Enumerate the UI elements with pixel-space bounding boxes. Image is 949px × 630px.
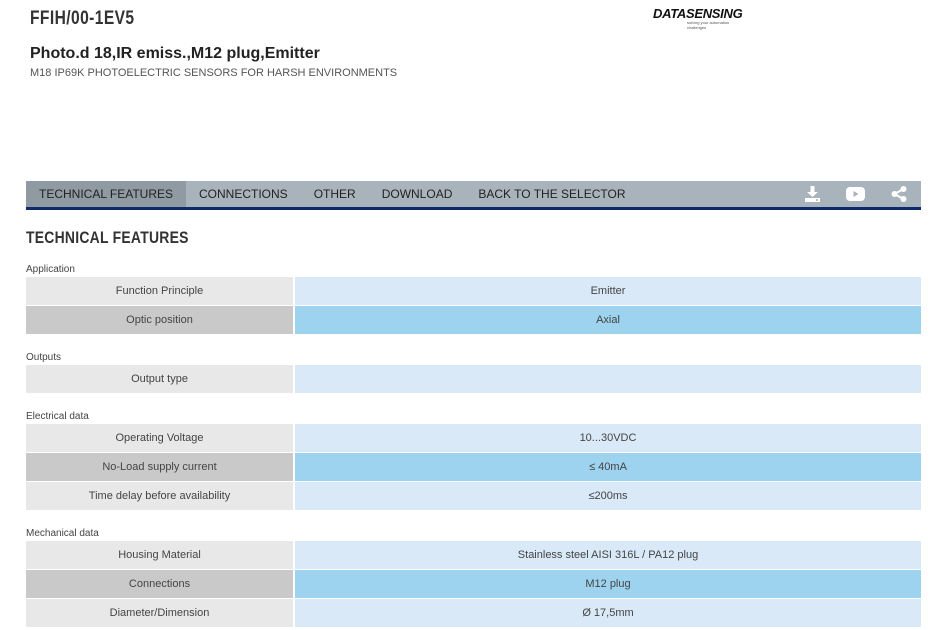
section-title: TECHNICAL FEATURES <box>26 228 189 247</box>
spec-value: Stainless steel AISI 316L / PA12 plug <box>295 541 921 569</box>
tab-back-to-selector[interactable]: BACK TO THE SELECTOR <box>465 181 638 207</box>
spec-label: Diameter/Dimension <box>26 599 293 627</box>
spec-label: Operating Voltage <box>26 424 293 452</box>
logo-tagline: solving your automation challenges <box>687 20 730 30</box>
table-row: Operating Voltage 10...30VDC <box>26 424 921 452</box>
tab-other[interactable]: OTHER <box>301 181 369 207</box>
product-code: FFIH/00-1EV5 <box>30 8 135 29</box>
group-label-application: Application <box>26 264 75 275</box>
group-label-electrical-data: Electrical data <box>26 411 89 422</box>
group-label-mechanical-data: Mechanical data <box>26 528 99 539</box>
tab-connections[interactable]: CONNECTIONS <box>186 181 301 207</box>
download-icon[interactable] <box>802 185 823 203</box>
table-row: Optic position Axial <box>26 306 921 334</box>
spec-label: Time delay before availability <box>26 482 293 510</box>
spec-value: Ø 17,5mm <box>295 599 921 627</box>
table-row: Time delay before availability ≤200ms <box>26 482 921 510</box>
spec-label: Output type <box>26 365 293 393</box>
tab-download[interactable]: DOWNLOAD <box>369 181 466 207</box>
table-row: Output type <box>26 365 921 393</box>
spec-table: Application Function Principle Emitter O… <box>26 263 921 628</box>
product-page: FFIH/00-1EV5 DATASENSING solving your au… <box>0 0 949 630</box>
spec-value: Emitter <box>295 277 921 305</box>
table-row: Diameter/Dimension Ø 17,5mm <box>26 599 921 627</box>
tab-bar: TECHNICAL FEATURES CONNECTIONS OTHER DOW… <box>26 181 921 210</box>
table-row: Connections M12 plug <box>26 570 921 598</box>
table-row: Function Principle Emitter <box>26 277 921 305</box>
share-icon[interactable] <box>888 185 909 203</box>
table-row: Housing Material Stainless steel AISI 31… <box>26 541 921 569</box>
spec-label: Connections <box>26 570 293 598</box>
spec-value: M12 plug <box>295 570 921 598</box>
logo-text: DATASENSING <box>653 6 743 21</box>
datasensing-logo[interactable]: DATASENSING solving your automation chal… <box>653 6 745 30</box>
spec-label: Function Principle <box>26 277 293 305</box>
spec-label: Housing Material <box>26 541 293 569</box>
table-row: No-Load supply current ≤ 40mA <box>26 453 921 481</box>
spec-value <box>295 365 921 393</box>
product-title: Photo.d 18,IR emiss.,M12 plug,Emitter <box>30 45 320 62</box>
spec-value: ≤200ms <box>295 482 921 510</box>
spec-label: Optic position <box>26 306 293 334</box>
tab-icons <box>802 181 921 207</box>
tab-technical-features[interactable]: TECHNICAL FEATURES <box>26 181 187 207</box>
product-subtitle: M18 IP69K PHOTOELECTRIC SENSORS FOR HARS… <box>30 67 398 79</box>
spec-value: 10...30VDC <box>295 424 921 452</box>
spec-value: ≤ 40mA <box>295 453 921 481</box>
spec-value: Axial <box>295 306 921 334</box>
spec-label: No-Load supply current <box>26 453 293 481</box>
youtube-icon[interactable] <box>845 185 866 203</box>
group-label-outputs: Outputs <box>26 352 62 363</box>
